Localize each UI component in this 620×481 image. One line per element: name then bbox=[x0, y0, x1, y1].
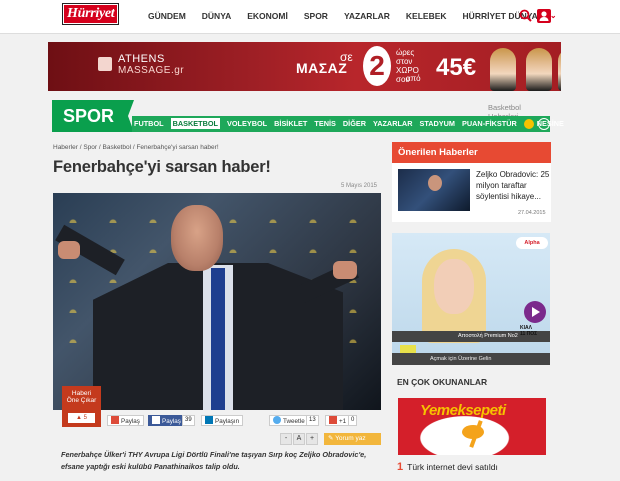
nav-item-ekonomi[interactable]: EKONOMİ bbox=[247, 11, 288, 21]
nav-item-yazarlar[interactable]: YAZARLAR bbox=[344, 11, 390, 21]
tweet-label: Tweetle bbox=[283, 418, 305, 425]
sport-nav-stadyum[interactable]: STADYUM bbox=[419, 119, 455, 129]
facebook-share-button[interactable]: Paylaş bbox=[148, 415, 185, 426]
basketball-icon[interactable] bbox=[538, 118, 550, 130]
article-tools: - A + ✎ Yorum yaz bbox=[280, 433, 381, 447]
article-summary: Fenerbahçe Ülker'i THY Avrupa Ligi Dörtl… bbox=[61, 450, 367, 471]
alpha-tv-ad[interactable]: Alpha Αποστολή Premium No2 ΚΙΑΛ 11 ΠΟΣ A… bbox=[392, 233, 550, 365]
most-read-title: EN ÇOK OKUNANLAR bbox=[397, 377, 488, 387]
recommended-news-date: 27.04.2015 bbox=[518, 210, 546, 216]
ad-model-photo bbox=[526, 48, 552, 91]
top-bar: Hürriyet GÜNDEM DÜNYA EKONOMİ SPOR YAZAR… bbox=[0, 0, 620, 34]
nav-item-hurriyet-dunyasi[interactable]: HÜRRİYET DÜNYASI bbox=[463, 11, 546, 21]
sport-nav-yazarlar[interactable]: YAZARLAR bbox=[373, 119, 412, 129]
gplus-count: 0 bbox=[348, 415, 358, 426]
ad-hover-cta[interactable]: Açmak için Üzerine Gelin bbox=[392, 353, 550, 365]
alpha-logo: Alpha bbox=[516, 237, 548, 249]
nav-item-spor[interactable]: SPOR bbox=[304, 11, 328, 21]
sport-nav-bisiklet[interactable]: BİSİKLET bbox=[274, 119, 307, 129]
sport-nav-diger[interactable]: DİĞER bbox=[343, 119, 366, 129]
photo-coach-right-hand bbox=[333, 261, 357, 279]
sport-nav-tenis[interactable]: TENİS bbox=[314, 119, 336, 129]
search-icon[interactable] bbox=[519, 9, 532, 22]
sport-nav-voleybol[interactable]: VOLEYBOL bbox=[227, 119, 267, 129]
most-read-headline: Türk internet devi satıldı bbox=[407, 462, 498, 472]
recommended-news-image[interactable] bbox=[398, 169, 470, 211]
promote-label: Haberi Öne Çıkar bbox=[66, 390, 97, 404]
ad-model-photo bbox=[490, 48, 516, 91]
facebook-share-count: 39 bbox=[182, 415, 195, 426]
ad-model-photo bbox=[558, 48, 561, 91]
ad-side-text: ΚΙΑΛ 11 ΠΟΣ bbox=[520, 325, 538, 337]
recommended-news-title: Önerilen Haberler bbox=[392, 142, 551, 163]
user-silhouette-icon bbox=[539, 11, 549, 21]
promote-count: ▲ 5 bbox=[68, 413, 95, 423]
user-icon[interactable] bbox=[537, 9, 551, 23]
most-read-rank: 1 bbox=[397, 461, 404, 473]
google-icon bbox=[111, 416, 119, 424]
font-label: A bbox=[293, 433, 305, 445]
hurriyet-logo[interactable]: Hürriyet bbox=[61, 3, 120, 25]
nesine-icon bbox=[523, 119, 534, 130]
ad-woman-face bbox=[434, 259, 474, 314]
recommended-news-headline[interactable]: Zeljko Obradovic: 25 milyon taraftar söy… bbox=[476, 169, 550, 202]
most-read-image[interactable]: Yemeksepeti bbox=[398, 398, 546, 455]
recommended-news-box: Önerilen Haberler Zeljko Obradovic: 25 m… bbox=[392, 142, 551, 222]
write-comment-label: Yorum yaz bbox=[335, 435, 366, 442]
main-nav: GÜNDEM DÜNYA EKONOMİ SPOR YAZARLAR KELEB… bbox=[148, 11, 573, 21]
nav-item-gundem[interactable]: GÜNDEM bbox=[148, 11, 186, 21]
facebook-icon bbox=[152, 416, 160, 424]
ad-badge bbox=[400, 345, 416, 353]
ad-brand: ATHENS MASSAGE.gr bbox=[118, 53, 185, 77]
font-increase-button[interactable]: + bbox=[306, 433, 318, 445]
share-bar: Paylaş Paylaş 39 Paylaşın Tweetle 13 +1 … bbox=[105, 414, 381, 430]
photo-coach-left-hand bbox=[58, 241, 80, 259]
sport-nav-basketbol[interactable]: BASKETBOL bbox=[170, 118, 220, 129]
twitter-icon bbox=[273, 416, 281, 424]
photo-coach-tie bbox=[211, 268, 225, 410]
tweet-button[interactable]: Tweetle bbox=[269, 415, 309, 426]
article-title: Fenerbahçe'yi sarsan haber! bbox=[53, 158, 271, 176]
nav-item-kelebek[interactable]: KELEBEK bbox=[406, 11, 447, 21]
google-share-label: Paylaş bbox=[121, 418, 140, 425]
play-icon[interactable] bbox=[524, 301, 546, 323]
ad-hours-number: 2 bbox=[363, 46, 391, 86]
ad-brand-line1: ATHENS bbox=[118, 53, 165, 65]
linkedin-share-label: Paylaşın bbox=[215, 418, 240, 425]
gplus-icon bbox=[329, 416, 337, 424]
sport-header: SPOR Basketbol Haberleri FUTBOL BASKETBO… bbox=[52, 100, 564, 133]
ad-price: 45€ bbox=[436, 54, 477, 81]
massage-logo-icon bbox=[98, 57, 112, 71]
yemeksepeti-logo-text: Yemeksepeti bbox=[420, 402, 506, 419]
linkedin-icon bbox=[205, 416, 213, 424]
article-date: 5 Mayıs 2015 bbox=[341, 183, 378, 189]
facebook-share-label: Paylaş bbox=[162, 418, 181, 425]
sport-nav-puan-fikstur[interactable]: PUAN-FİKSTÜR bbox=[462, 119, 517, 129]
photo-coach-head bbox=[171, 205, 223, 271]
promote-count-value: 5 bbox=[83, 415, 87, 421]
most-read-item[interactable]: 1 Türk internet devi satıldı bbox=[397, 461, 498, 473]
promote-news-button[interactable]: Haberi Öne Çıkar ▲ 5 bbox=[62, 386, 101, 427]
breadcrumb[interactable]: Haberler / Spor / Basketbol / Fenerbahçe… bbox=[53, 144, 219, 151]
athens-massage-ad-banner[interactable]: ATHENS MASSAGE.gr ΜΑΣΑΖ σε 2 ώρες στον Χ… bbox=[48, 42, 561, 91]
linkedin-share-button[interactable]: Paylaşın bbox=[201, 415, 244, 426]
spor-logo[interactable]: SPOR bbox=[52, 100, 134, 132]
tweet-count: 13 bbox=[306, 415, 319, 426]
ad-prefix: σε bbox=[340, 50, 353, 64]
nav-item-dunya[interactable]: DÜNYA bbox=[202, 11, 231, 21]
gplus-label: +1 bbox=[339, 418, 347, 425]
google-share-button[interactable]: Paylaş bbox=[107, 415, 144, 426]
sport-nav: FUTBOL BASKETBOL VOLEYBOL BİSİKLET TENİS… bbox=[134, 118, 571, 130]
article-photo[interactable] bbox=[53, 193, 381, 410]
font-decrease-button[interactable]: - bbox=[280, 433, 292, 445]
gplus-button[interactable]: +1 bbox=[325, 415, 351, 426]
ad-brand-line2: MASSAGE.gr bbox=[118, 65, 185, 76]
sport-nav-futbol[interactable]: FUTBOL bbox=[134, 119, 164, 129]
ad-from: από bbox=[406, 74, 421, 83]
write-comment-button[interactable]: ✎ Yorum yaz bbox=[324, 433, 381, 445]
